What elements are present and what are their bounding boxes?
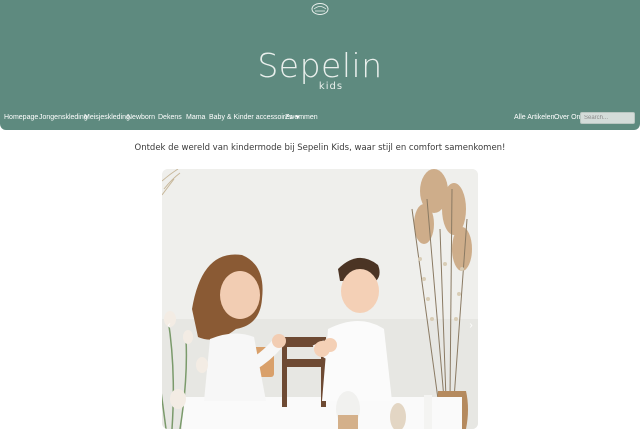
hero-image	[162, 169, 478, 429]
nav-item-jongenskleding[interactable]: Jongenskleding	[39, 111, 88, 125]
nav-item-homepage[interactable]: Homepage	[4, 111, 38, 125]
nav-item-meisjeskleding[interactable]: Meisjeskleding	[84, 111, 130, 125]
nav-item-alle-artikelen[interactable]: Alle Artikelen	[514, 111, 554, 125]
nav-item-dekens[interactable]: Dekens	[158, 111, 182, 125]
nav-item-mama[interactable]: Mama	[186, 111, 205, 125]
chevron-left-icon[interactable]: ‹	[164, 319, 174, 333]
nav-item-newborn[interactable]: Newborn	[127, 111, 155, 125]
tagline: Ontdek de wereld van kindermode bij Sepe…	[134, 143, 506, 153]
nav-item-zwemmen[interactable]: Zwemmen	[285, 111, 318, 125]
main-navigation: Homepage Jongenskleding Meisjeskleding N…	[0, 111, 640, 125]
logo-badge-icon	[311, 3, 329, 15]
search-input[interactable]	[580, 112, 635, 124]
logo-subtitle: kids	[318, 81, 344, 92]
logo-title: Sepelin	[257, 46, 383, 85]
nav-item-accessoires-label: Baby & Kinder accessoires	[209, 114, 293, 121]
site-header: Sepelin kids Homepage Jongenskleding Mei…	[0, 0, 640, 130]
chevron-right-icon[interactable]: ›	[466, 319, 476, 333]
hero-carousel[interactable]: ‹ ›	[162, 169, 478, 429]
